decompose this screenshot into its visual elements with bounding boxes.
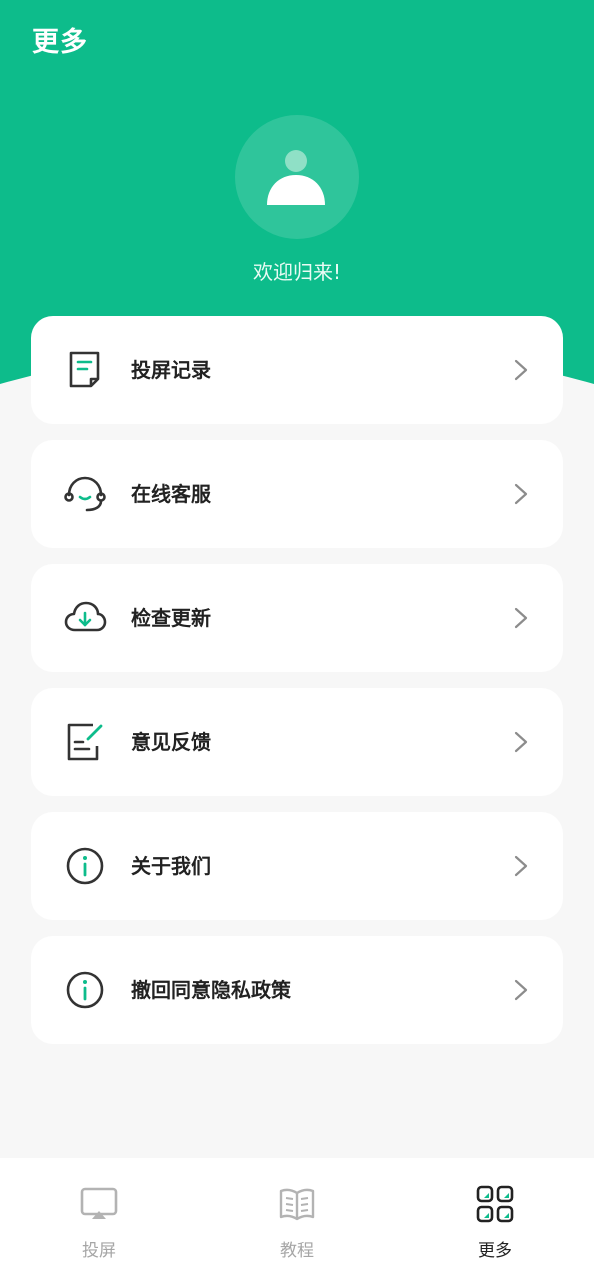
grid-icon [476, 1185, 514, 1223]
menu-item-online-service[interactable]: 在线客服 [31, 440, 563, 548]
chevron-right-icon [514, 359, 528, 381]
cloud-download-icon [64, 601, 107, 632]
menu-item-revoke-privacy-consent[interactable]: 撤回同意隐私政策 [31, 936, 563, 1044]
menu-item-feedback[interactable]: 意见反馈 [31, 688, 563, 796]
tab-label: 投屏 [82, 1241, 116, 1261]
tab-label: 教程 [280, 1241, 314, 1261]
chevron-right-icon [514, 855, 528, 877]
cast-screen-icon [80, 1187, 118, 1219]
avatar[interactable] [235, 115, 359, 239]
menu-item-label: 投屏记录 [131, 358, 211, 382]
menu-item-cast-history[interactable]: 投屏记录 [31, 316, 563, 424]
menu-item-label: 关于我们 [131, 854, 211, 878]
chevron-right-icon [514, 483, 528, 505]
menu-item-about-us[interactable]: 关于我们 [31, 812, 563, 920]
menu-list: 投屏记录 在线客服 检查更新 意见反馈 关于我们 撤回同意隐私政策 [31, 316, 563, 1060]
feedback-edit-icon [67, 723, 103, 761]
user-icon [267, 150, 325, 205]
tab-cast-screen[interactable]: 投屏 [0, 1158, 198, 1280]
tab-more[interactable]: 更多 [396, 1158, 594, 1280]
chevron-right-icon [514, 979, 528, 1001]
tab-tutorial[interactable]: 教程 [198, 1158, 396, 1280]
menu-item-label: 检查更新 [131, 606, 211, 630]
info-icon [66, 971, 104, 1009]
page-title: 更多 [32, 27, 88, 58]
tab-label: 更多 [478, 1241, 512, 1261]
chevron-right-icon [514, 731, 528, 753]
info-icon [66, 847, 104, 885]
menu-item-check-update[interactable]: 检查更新 [31, 564, 563, 672]
bottom-tab-bar: 投屏 教程 更多 [0, 1158, 594, 1280]
headset-icon [64, 476, 106, 512]
menu-item-label: 在线客服 [131, 482, 211, 506]
menu-item-label: 撤回同意隐私政策 [131, 978, 291, 1002]
document-icon [69, 351, 100, 388]
welcome-text: 欢迎归来! [252, 260, 342, 284]
menu-item-label: 意见反馈 [131, 730, 211, 754]
chevron-right-icon [514, 607, 528, 629]
book-icon [279, 1188, 315, 1221]
